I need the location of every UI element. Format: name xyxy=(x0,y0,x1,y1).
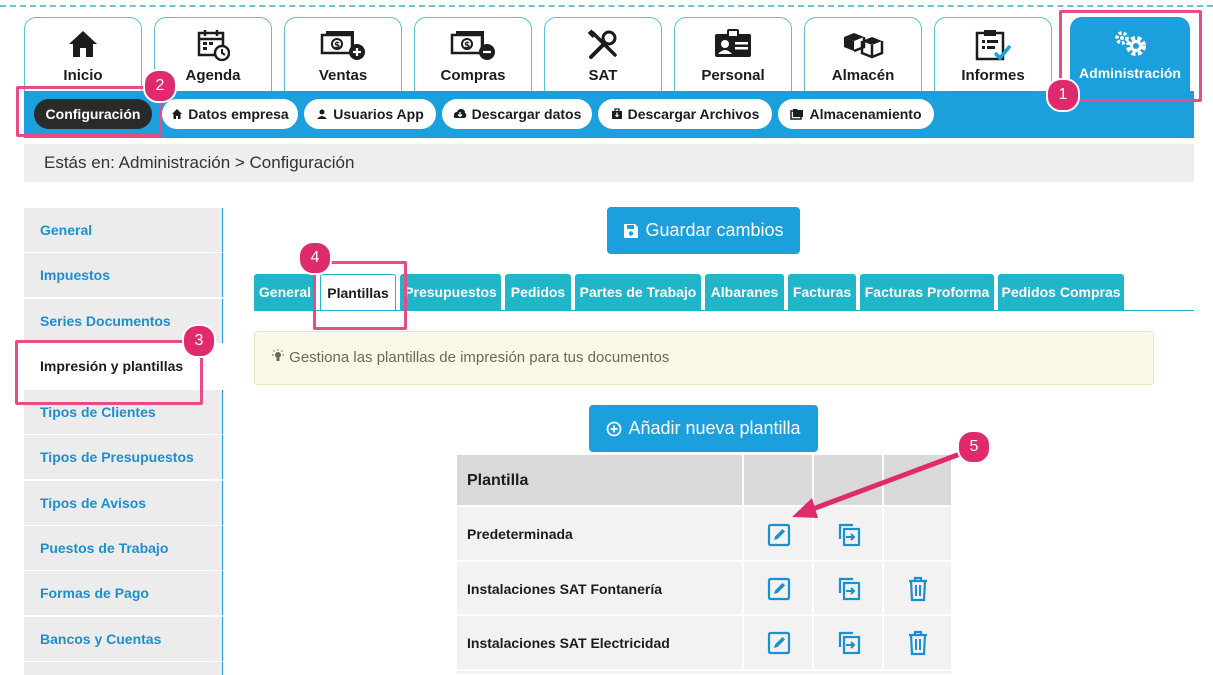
annotation-badge-1: 1 xyxy=(1046,78,1080,112)
annotation-badge-3: 3 xyxy=(182,324,216,358)
annotation-badge-2: 2 xyxy=(143,69,177,103)
annotation-badge-5: 5 xyxy=(957,430,991,464)
annotation-badge-4: 4 xyxy=(298,241,332,275)
